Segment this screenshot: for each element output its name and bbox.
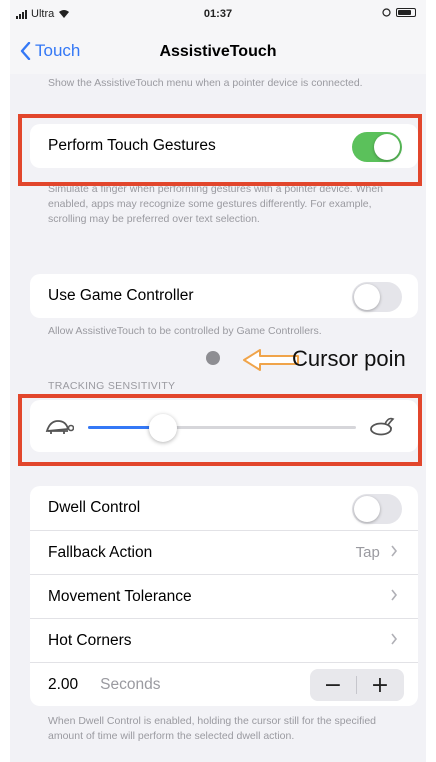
decrement-button[interactable]: − — [310, 669, 356, 701]
dwell-footer: When Dwell Control is enabled, holding t… — [48, 715, 376, 742]
highlight-box-tracking — [18, 394, 422, 466]
dwell-time-value: 2.00 — [48, 675, 79, 693]
dwell-control-row: Dwell Control — [30, 486, 418, 530]
nav-bar: Touch AssistiveTouch — [10, 30, 426, 74]
page-title: AssistiveTouch — [159, 43, 277, 60]
game-controller-toggle[interactable] — [352, 282, 402, 312]
chevron-right-icon — [391, 589, 398, 601]
status-time: 01:37 — [203, 8, 233, 20]
dwell-control-toggle[interactable] — [352, 494, 402, 524]
cursor-annotation-label: Cursor poin — [292, 346, 406, 371]
dwell-time-row: 2.00 Seconds − + — [30, 662, 418, 706]
movement-tolerance-chevron — [390, 588, 398, 605]
pointer-footer: Show the AssistiveTouch menu when a poin… — [48, 77, 363, 89]
game-controller-label: Use Game Controller — [48, 287, 194, 304]
chevron-right-icon — [391, 633, 398, 645]
hot-corners-label: Hot Corners — [48, 631, 132, 649]
game-controller-row: Use Game Controller — [30, 274, 418, 318]
movement-tolerance-row[interactable]: Movement Tolerance — [30, 574, 418, 618]
game-controller-group: Use Game Controller — [30, 274, 418, 318]
chevron-right-icon — [391, 545, 398, 557]
highlight-box-perform-touch — [18, 114, 422, 186]
hot-corners-chevron — [390, 632, 398, 649]
fallback-action-label: Fallback Action — [48, 543, 153, 561]
dwell-group: Dwell Control Fallback Action Tap Moveme… — [30, 486, 418, 706]
dwell-control-label: Dwell Control — [48, 499, 141, 516]
perform-touch-footer: Simulate a finger when performing gestur… — [48, 183, 384, 225]
dwell-time-unit: Seconds — [100, 675, 161, 693]
status-bar: Ultra 01:37 — [10, 0, 426, 30]
alarm-icon — [382, 8, 391, 17]
movement-tolerance-label: Movement Tolerance — [48, 587, 192, 605]
hot-corners-row[interactable]: Hot Corners — [30, 618, 418, 662]
fallback-action-value-text: Tap — [355, 544, 380, 561]
fallback-action-value: Tap — [356, 544, 398, 561]
increment-button[interactable]: + — [357, 669, 403, 701]
settings-screen: Ultra 01:37 Touch AssistiveTouch Show th… — [10, 0, 426, 762]
tracking-header: TRACKING SENSITIVITY — [48, 380, 176, 392]
dwell-time-stepper: − + — [310, 669, 404, 701]
game-controller-footer: Allow AssistiveTouch to be controlled by… — [48, 325, 322, 337]
status-right — [382, 8, 416, 17]
pointer-cursor — [206, 351, 220, 365]
battery-icon — [396, 8, 416, 17]
fallback-action-row[interactable]: Fallback Action Tap — [30, 530, 418, 574]
